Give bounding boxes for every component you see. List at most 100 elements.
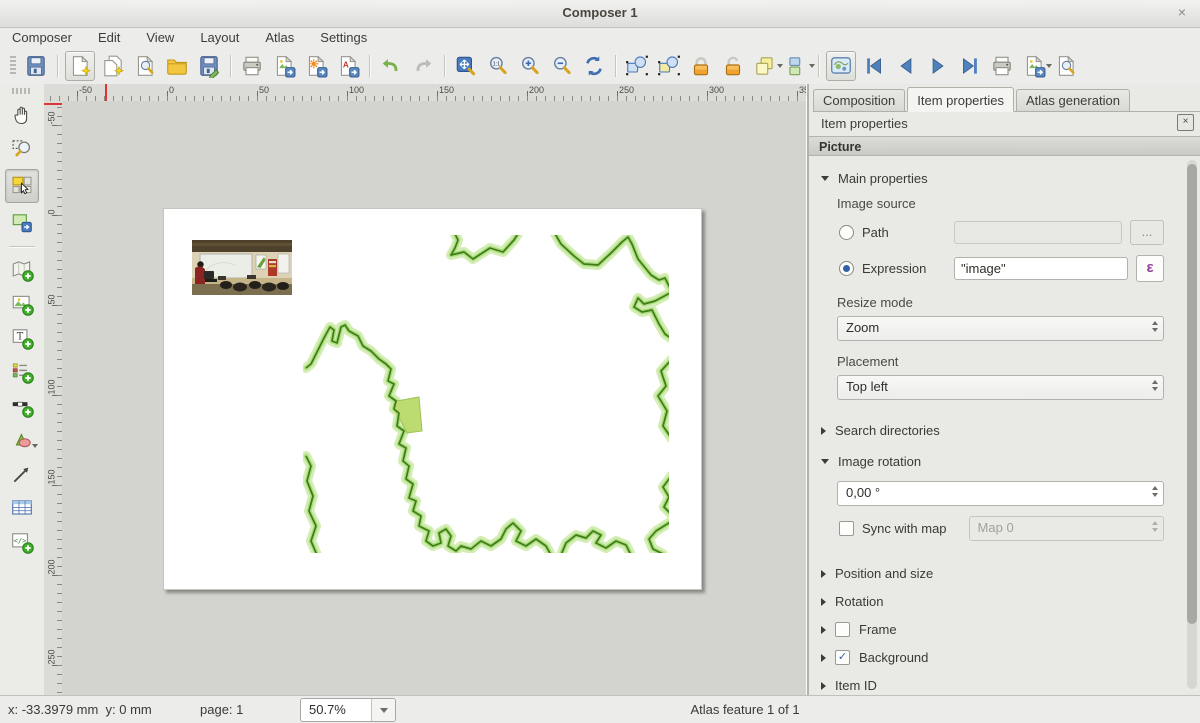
map-item[interactable]	[303, 235, 669, 553]
add-new-legend-tool[interactable]	[8, 358, 36, 386]
panel-close-icon[interactable]: ×	[1177, 114, 1194, 131]
composer-page[interactable]	[163, 208, 702, 590]
load-from-template-button[interactable]	[163, 52, 191, 80]
spinner-icon[interactable]	[1152, 380, 1158, 391]
print-atlas-button[interactable]	[988, 52, 1016, 80]
toolbar-handle[interactable]	[10, 56, 16, 76]
scrollbar-thumb[interactable]	[1187, 164, 1197, 624]
section-frame[interactable]: Frame	[821, 621, 1164, 638]
redo-button[interactable]	[409, 52, 437, 80]
save-project-button[interactable]	[22, 52, 50, 80]
section-position-and-size[interactable]: Position and size	[821, 565, 1164, 582]
add-image-tool[interactable]	[8, 290, 36, 318]
expand-arrow-icon[interactable]	[821, 654, 826, 662]
picture-item[interactable]	[192, 240, 292, 295]
expression-input[interactable]: "image"	[954, 257, 1128, 280]
section-main-properties[interactable]: Main properties	[821, 170, 1164, 187]
clear-selection-button[interactable]	[655, 52, 683, 80]
export-as-svg-button[interactable]	[302, 52, 330, 80]
select-move-item-tool[interactable]	[5, 169, 39, 203]
zoom-level-select[interactable]: 50.7%	[300, 698, 396, 722]
zoom-actual-button[interactable]: 1:1	[484, 52, 512, 80]
expand-arrow-icon[interactable]	[821, 570, 826, 578]
resize-mode-select[interactable]: Zoom	[837, 316, 1164, 341]
export-as-image-button[interactable]	[270, 52, 298, 80]
add-new-label-tool[interactable]: T	[8, 324, 36, 352]
atlas-previous-feature-button[interactable]	[892, 52, 920, 80]
zoom-in-button[interactable]	[516, 52, 544, 80]
expression-radio[interactable]	[839, 261, 854, 276]
expand-arrow-icon[interactable]	[821, 682, 826, 690]
section-rotation[interactable]: Rotation	[821, 593, 1164, 610]
dropdown-arrow-icon[interactable]	[809, 64, 815, 68]
panel-scrollbar[interactable]	[1187, 160, 1197, 689]
window-close-icon[interactable]: ×	[1178, 4, 1186, 20]
title-bar[interactable]: Composer 1 ×	[0, 0, 1200, 28]
menu-settings[interactable]: Settings	[320, 30, 367, 45]
expression-builder-button[interactable]: ε	[1136, 255, 1164, 282]
section-image-rotation[interactable]: Image rotation	[821, 453, 1164, 470]
pan-tool[interactable]	[8, 101, 36, 129]
spinner-icon[interactable]	[1152, 486, 1158, 497]
zoom-dropdown-arrow-icon[interactable]	[371, 699, 395, 721]
composer-manager-button[interactable]	[131, 52, 159, 80]
dropdown-arrow-icon[interactable]	[32, 444, 38, 448]
move-item-content-tool[interactable]	[8, 209, 36, 237]
add-new-map-tool[interactable]	[8, 256, 36, 284]
align-items-button[interactable]	[783, 52, 811, 80]
composition-canvas[interactable]	[62, 101, 806, 695]
menu-edit[interactable]: Edit	[98, 30, 120, 45]
atlas-next-feature-button[interactable]	[924, 52, 952, 80]
zoom-tool[interactable]	[8, 135, 36, 163]
tab-item-properties[interactable]: Item properties	[907, 87, 1014, 112]
add-shape-tool[interactable]	[8, 426, 36, 454]
section-item-id[interactable]: Item ID	[821, 677, 1164, 693]
menu-view[interactable]: View	[146, 30, 174, 45]
add-arrow-tool[interactable]	[8, 460, 36, 488]
zoom-out-button[interactable]	[548, 52, 576, 80]
select-all-items-button[interactable]	[623, 52, 651, 80]
background-checkbox[interactable]: ✓	[835, 650, 850, 665]
menu-composer[interactable]: Composer	[12, 30, 72, 45]
atlas-settings-button[interactable]	[1052, 52, 1080, 80]
atlas-first-feature-button[interactable]	[860, 52, 888, 80]
tab-atlas-generation[interactable]: Atlas generation	[1016, 89, 1130, 111]
section-label: Main properties	[838, 171, 928, 186]
menu-atlas[interactable]: Atlas	[265, 30, 294, 45]
refresh-view-button[interactable]	[580, 52, 608, 80]
print-button[interactable]	[238, 52, 266, 80]
collapse-arrow-icon[interactable]	[821, 459, 829, 464]
zoom-full-button[interactable]	[452, 52, 480, 80]
duplicate-composer-button[interactable]	[99, 52, 127, 80]
collapse-arrow-icon[interactable]	[821, 176, 829, 181]
unlock-items-button[interactable]	[719, 52, 747, 80]
raise-items-button[interactable]	[751, 52, 779, 80]
tab-composition[interactable]: Composition	[813, 89, 905, 111]
atlas-preview-button[interactable]	[826, 51, 856, 81]
placement-select[interactable]: Top left	[837, 375, 1164, 400]
add-html-frame-tool[interactable]: </>	[8, 528, 36, 556]
section-search-directories[interactable]: Search directories	[821, 422, 1164, 439]
section-background[interactable]: ✓ Background	[821, 649, 1164, 666]
menu-layout[interactable]: Layout	[200, 30, 239, 45]
expand-arrow-icon[interactable]	[821, 427, 826, 435]
export-as-pdf-button[interactable]: A	[334, 52, 362, 80]
save-as-template-button[interactable]	[195, 52, 223, 80]
toolbar-handle[interactable]	[12, 88, 32, 94]
browse-button[interactable]: ...	[1130, 220, 1164, 245]
undo-button[interactable]	[377, 52, 405, 80]
add-attribute-table-tool[interactable]	[8, 494, 36, 522]
expand-arrow-icon[interactable]	[821, 598, 826, 606]
sync-with-map-checkbox[interactable]	[839, 521, 854, 536]
spinner-icon[interactable]	[1152, 321, 1158, 332]
rotation-spinbox[interactable]: 0,00 °	[837, 481, 1164, 506]
lock-items-button[interactable]	[687, 52, 715, 80]
add-new-scalebar-tool[interactable]	[8, 392, 36, 420]
export-atlas-button[interactable]	[1020, 52, 1048, 80]
path-radio[interactable]	[839, 225, 854, 240]
new-composer-button[interactable]	[65, 51, 95, 81]
frame-checkbox[interactable]	[835, 622, 850, 637]
resize-mode-label: Resize mode	[837, 295, 1164, 310]
expand-arrow-icon[interactable]	[821, 626, 826, 634]
atlas-last-feature-button[interactable]	[956, 52, 984, 80]
